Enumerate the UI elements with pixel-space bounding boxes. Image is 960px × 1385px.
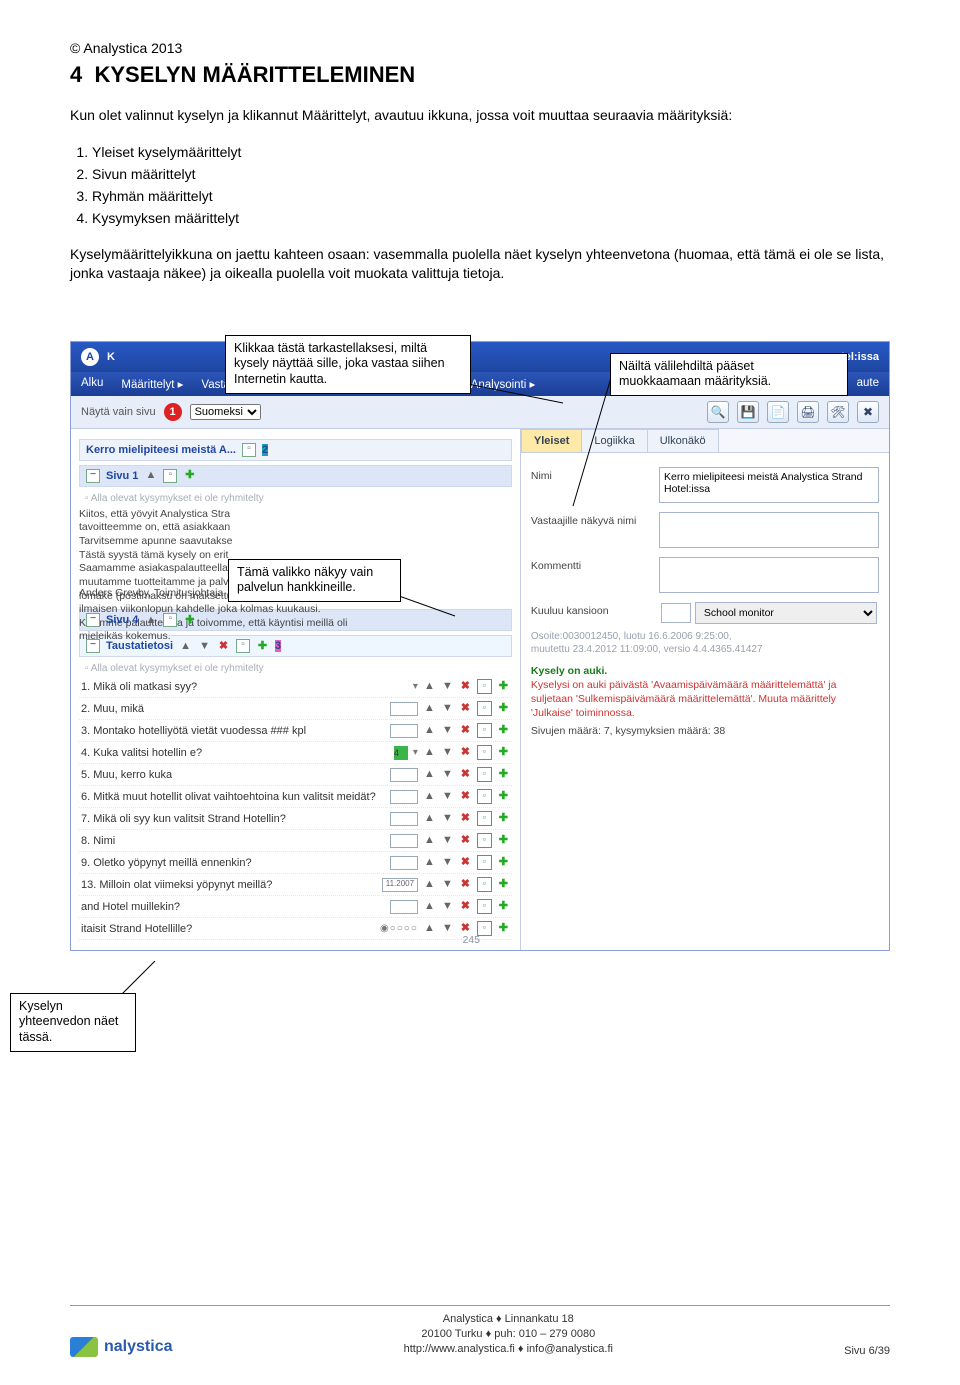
question-row[interactable]: 5. Muu, kerro kuka ▲ ▼ ✖ ▫ ✚ xyxy=(79,764,512,786)
count-label: 245 xyxy=(462,934,480,946)
label-vastaajille: Vastaajille näkyvä nimi xyxy=(531,512,659,527)
callout-summary: Kyselyn yhteenvedon näet tässä. xyxy=(10,993,136,1052)
menu-right[interactable]: aute xyxy=(857,377,879,391)
status-counts: Sivujen määrä: 7, kysymyksien määrä: 38 xyxy=(531,724,879,738)
print-icon[interactable]: 🖨 xyxy=(797,401,819,423)
question-row[interactable]: 9. Oletko yöpynyt meillä ennenkin? ▲ ▼ ✖… xyxy=(79,852,512,874)
list-item: Yleiset kyselymäärittelyt xyxy=(92,141,890,163)
section-number: 4 xyxy=(70,62,82,87)
explain-paragraph: Kyselymäärittelyikkuna on jaettu kahteen… xyxy=(70,245,890,283)
tabs: Yleiset Logiikka Ulkonäkö xyxy=(521,429,889,453)
settings-list: Yleiset kyselymäärittelyt Sivun määritte… xyxy=(92,141,890,229)
collapse-icon[interactable]: − xyxy=(86,469,100,483)
copyright: © Analystica 2013 xyxy=(70,40,890,56)
logo-swoosh-icon xyxy=(70,1337,98,1357)
summary-panel: Kerro mielipiteesi meistä A... ▫ 2 − Siv… xyxy=(71,429,521,950)
add-icon[interactable]: ✚ xyxy=(183,614,196,627)
tab-logiikka[interactable]: Logiikka xyxy=(581,429,647,452)
question-row[interactable]: 2. Muu, mikä ▲ ▼ ✖ ▫ ✚ xyxy=(79,698,512,720)
callout-tabs: Näiltä välilehdiltä pääset muokkaamaan m… xyxy=(610,353,848,396)
badge-2: 2 xyxy=(262,444,268,456)
section-title: KYSELYN MÄÄRITTELEMINEN xyxy=(94,62,415,87)
up-icon[interactable]: ▲ xyxy=(144,614,157,627)
input-kansio-code[interactable] xyxy=(661,603,691,623)
badge-3: 3 xyxy=(275,640,281,652)
meta-info: Osoite:0030012450, luotu 16.6.2006 9:25:… xyxy=(531,630,879,656)
collapse-icon[interactable]: − xyxy=(86,639,100,653)
page-number: Sivu 6/39 xyxy=(844,1345,890,1357)
copy-icon[interactable]: ▫ xyxy=(163,469,177,483)
question-row[interactable]: 13. Milloin olat viimeksi yöpynyt meillä… xyxy=(79,874,512,896)
list-item: Ryhmän määrittelyt xyxy=(92,185,890,207)
tool-icon[interactable]: 🛠 xyxy=(827,401,849,423)
input-nimi[interactable] xyxy=(659,467,879,503)
app-logo-icon: A xyxy=(81,348,99,366)
collapse-icon[interactable]: − xyxy=(86,613,100,627)
section-heading: 4 KYSELYN MÄÄRITTELEMINEN xyxy=(70,62,890,88)
copy-icon[interactable]: 📄 xyxy=(767,401,789,423)
list-item: Kysymyksen määrittelyt xyxy=(92,207,890,229)
question-row[interactable]: 7. Mikä oli syy kun valitsit Strand Hote… xyxy=(79,808,512,830)
menu-analysointi[interactable]: Analysointi ▸ xyxy=(471,377,536,391)
input-kommentti[interactable] xyxy=(659,557,879,593)
tab-ulkonako[interactable]: Ulkonäkö xyxy=(647,429,719,452)
page-footer: nalystica Analystica ♦ Linnankatu 18 201… xyxy=(70,1305,890,1357)
footer-center: Analystica ♦ Linnankatu 18 20100 Turku ♦… xyxy=(404,1312,613,1357)
language-select[interactable]: Suomeksi xyxy=(190,404,261,420)
tab-yleiset[interactable]: Yleiset xyxy=(521,429,582,452)
badge-1: 1 xyxy=(164,403,182,421)
survey-heading[interactable]: Kerro mielipiteesi meistä A... ▫ 2 xyxy=(79,439,512,461)
preview-icon[interactable]: 🔍 xyxy=(707,401,729,423)
down-icon[interactable]: ▼ xyxy=(198,640,211,653)
add-icon[interactable]: ✚ xyxy=(256,640,269,653)
status-title: Kysely on auki. xyxy=(531,664,879,678)
menu-alku[interactable]: Alku xyxy=(81,377,103,391)
page-1-header[interactable]: − Sivu 1 ▲ ▫ ✚ xyxy=(79,465,512,487)
save-icon[interactable]: 💾 xyxy=(737,401,759,423)
app-window: A K tel:issa Alku Määrittelyt ▸ Vastaaja… xyxy=(70,341,890,951)
properties-panel: Yleiset Logiikka Ulkonäkö Nimi Vastaajil… xyxy=(521,429,889,950)
toolbar: Näytä vain sivu 1 Suomeksi 🔍 💾 📄 🖨 🛠 ✖ xyxy=(71,396,889,429)
callout-menu: Tämä valikko näkyy vain palvelun hankkin… xyxy=(228,559,401,602)
question-row[interactable]: and Hotel muillekin? ▲ ▼ ✖ ▫ ✚ xyxy=(79,896,512,918)
question-row[interactable]: 8. Nimi ▲ ▼ ✖ ▫ ✚ xyxy=(79,830,512,852)
label-kansio: Kuuluu kansioon xyxy=(531,602,661,617)
new-page-icon[interactable]: ▫ xyxy=(242,443,256,457)
toolbar-label: Näytä vain sivu xyxy=(81,406,156,418)
question-row[interactable]: 4. Kuka valitsi hotellin e?4 ▾ ▲ ▼ ✖ ▫ ✚ xyxy=(79,742,512,764)
delete-icon[interactable]: ✖ xyxy=(217,640,230,653)
copy-icon[interactable]: ▫ xyxy=(236,639,250,653)
status-box: Kysely on auki. Kyselysi on auki päiväst… xyxy=(531,664,879,739)
footer-logo: nalystica xyxy=(70,1337,172,1357)
ungrouped-label: ▫ Alla olevat kysymykset ei ole ryhmitel… xyxy=(79,491,512,506)
intro-paragraph: Kun olet valinnut kyselyn ja klikannut M… xyxy=(70,106,890,125)
copy-icon[interactable]: ▫ xyxy=(163,613,177,627)
question-row[interactable]: itaisit Strand Hotellille?◉○○○○ ▲ ▼ ✖ ▫ … xyxy=(79,918,512,940)
ungrouped-label-2: ▫ Alla olevat kysymykset ei ole ryhmitel… xyxy=(79,661,512,676)
title-prefix: K xyxy=(107,351,115,363)
delete-icon[interactable]: ✖ xyxy=(857,401,879,423)
question-row[interactable]: 1. Mikä oli matkasi syy?▾ ▲ ▼ ✖ ▫ ✚ xyxy=(79,676,512,698)
status-body: Kyselysi on auki päivästä 'Avaamispäiväm… xyxy=(531,678,879,721)
label-nimi: Nimi xyxy=(531,467,659,482)
up-icon[interactable]: ▲ xyxy=(179,640,192,653)
select-kansio[interactable]: School monitor xyxy=(695,602,877,624)
question-row[interactable]: 3. Montako hotelliyötä vietät vuodessa #… xyxy=(79,720,512,742)
list-item: Sivun määrittelyt xyxy=(92,163,890,185)
menu-maarittelyt[interactable]: Määrittelyt ▸ xyxy=(121,377,183,391)
question-row[interactable]: 6. Mitkä muut hotellit olivat vaihtoehto… xyxy=(79,786,512,808)
up-icon[interactable]: ▲ xyxy=(144,469,157,482)
callout-preview: Klikkaa tästä tarkastellaksesi, miltä ky… xyxy=(225,335,471,394)
add-icon[interactable]: ✚ xyxy=(183,469,196,482)
input-vastaajille[interactable] xyxy=(659,512,879,548)
label-kommentti: Kommentti xyxy=(531,557,659,572)
